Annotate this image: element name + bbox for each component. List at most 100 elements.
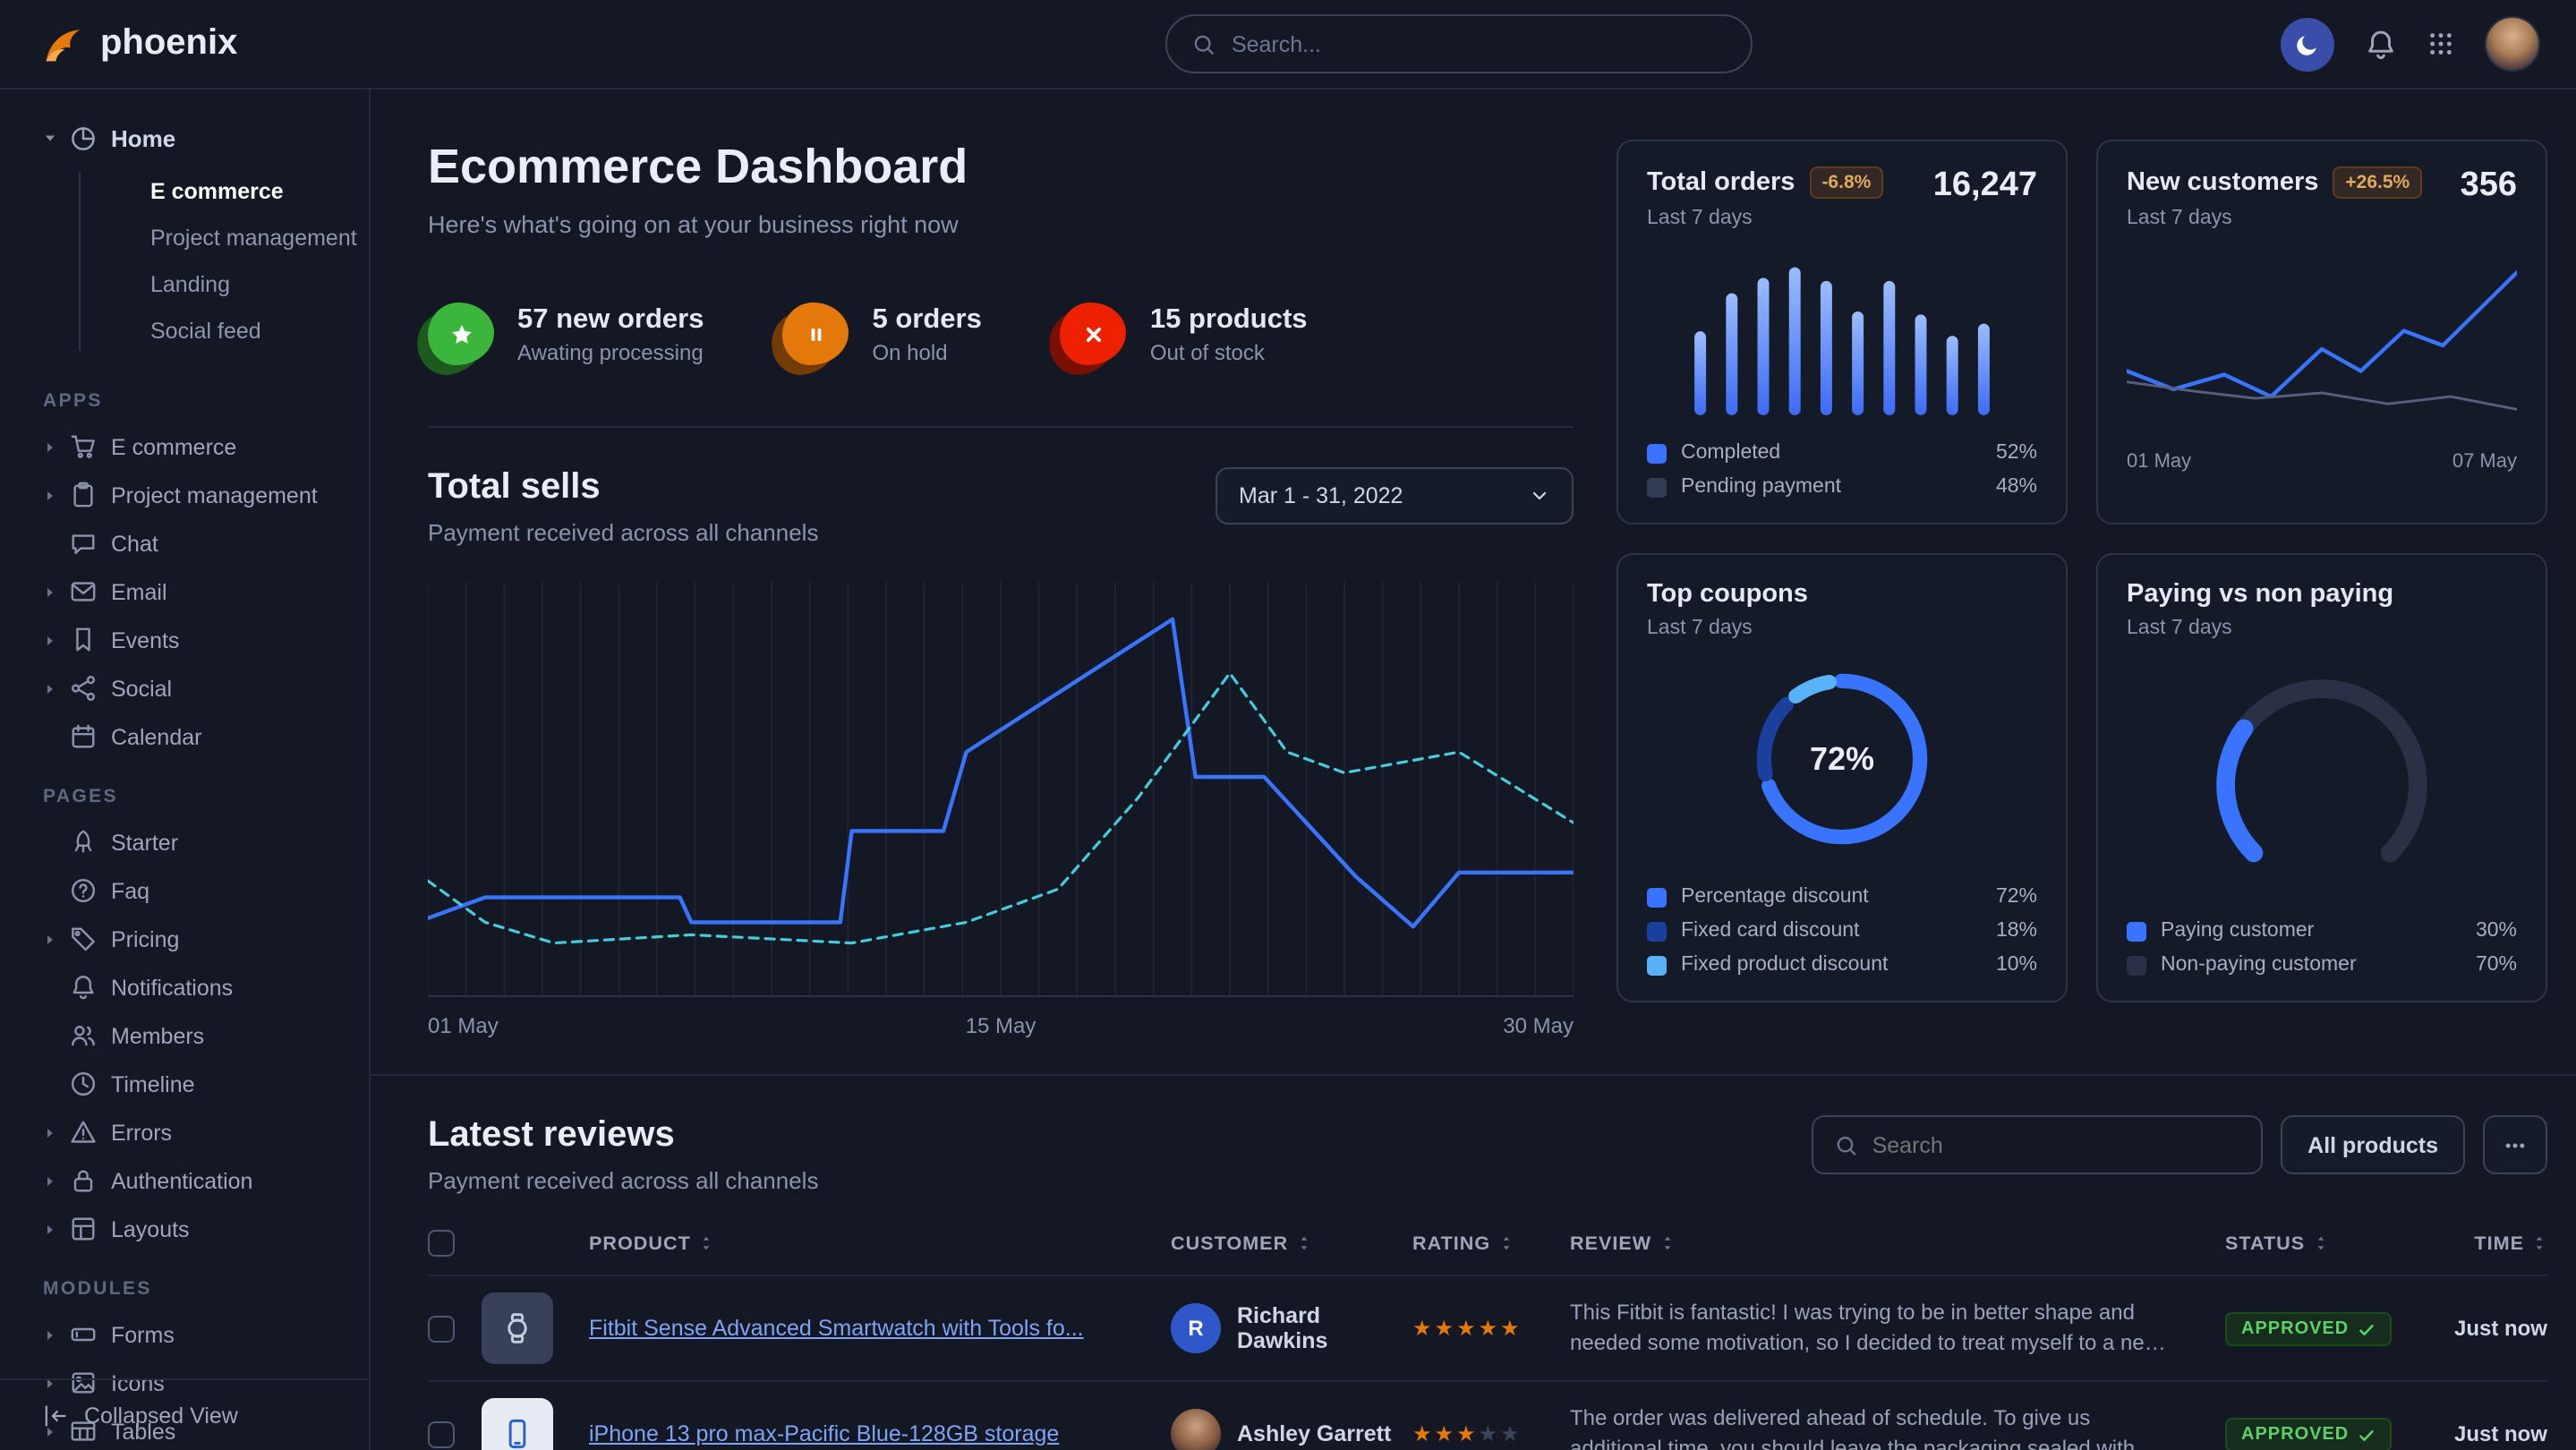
reviews-search-input[interactable] bbox=[1872, 1132, 2240, 1157]
sidebar-item-project-management-app[interactable]: Project management bbox=[0, 471, 369, 519]
sidebar-item-chat[interactable]: Chat bbox=[0, 519, 369, 567]
sidebar-item-calendar[interactable]: Calendar bbox=[0, 712, 369, 761]
users-icon bbox=[70, 1022, 97, 1049]
select-all-checkbox[interactable] bbox=[428, 1230, 455, 1257]
phone-icon bbox=[501, 1418, 533, 1450]
sidebar-item-notifications[interactable]: Notifications bbox=[0, 963, 369, 1011]
total-sells-line-chart bbox=[428, 582, 1574, 997]
warning-triangle-icon bbox=[70, 1119, 97, 1146]
user-avatar[interactable] bbox=[2485, 16, 2540, 72]
layout-icon bbox=[70, 1215, 97, 1242]
check-icon bbox=[2358, 1320, 2376, 1338]
column-header-rating[interactable]: RATING bbox=[1412, 1232, 1570, 1254]
caret-right-icon bbox=[43, 1222, 68, 1236]
total-orders-bar-chart bbox=[1685, 251, 2000, 421]
page-subtitle: Here's what's going on at your business … bbox=[428, 211, 1574, 238]
pause-icon bbox=[804, 321, 829, 346]
all-products-filter-button[interactable]: All products bbox=[2281, 1115, 2465, 1174]
gauge-track bbox=[2226, 689, 2418, 853]
top-coupons-card: Top coupons Last 7 days 72% Percentage d… bbox=[1616, 553, 2068, 1002]
sort-icon bbox=[1497, 1233, 1514, 1253]
mail-icon bbox=[70, 578, 97, 605]
gauge-svg bbox=[2189, 646, 2454, 872]
product-image[interactable] bbox=[482, 1292, 553, 1364]
home-submenu: E commerce Project management Landing So… bbox=[0, 165, 369, 365]
product-image[interactable] bbox=[482, 1398, 553, 1450]
sidebar: Home E commerce Project management Landi… bbox=[0, 90, 371, 1450]
calendar-icon bbox=[70, 723, 97, 750]
sidebar-item-project-management-dashboard[interactable]: Project management bbox=[0, 215, 369, 261]
caret-right-icon bbox=[43, 488, 68, 502]
caret-right-icon bbox=[43, 584, 68, 599]
review-text: The order was delivered ahead of schedul… bbox=[1570, 1403, 2225, 1450]
latest-reviews-section: Latest reviews Payment received across a… bbox=[371, 1074, 2576, 1450]
sidebar-item-social[interactable]: Social bbox=[0, 664, 369, 712]
global-search bbox=[1165, 14, 1753, 73]
legend-fixed-product-discount: Fixed product discount 10% bbox=[1647, 954, 2037, 976]
sidebar-item-starter[interactable]: Starter bbox=[0, 818, 369, 866]
notifications-button[interactable] bbox=[2365, 28, 2397, 60]
sidebar-item-e-commerce-dashboard[interactable]: E commerce bbox=[0, 168, 369, 215]
dashboard-header: Ecommerce Dashboard Here's what's going … bbox=[428, 140, 1574, 1038]
status-badge: APPROVED bbox=[2225, 1312, 2392, 1346]
new-customers-value: 356 bbox=[2461, 166, 2517, 206]
sidebar-item-members[interactable]: Members bbox=[0, 1011, 369, 1060]
sort-icon bbox=[2312, 1233, 2328, 1253]
sidebar-section-modules: MODULES bbox=[0, 1278, 369, 1300]
column-header-product[interactable]: PRODUCT bbox=[589, 1232, 1171, 1254]
legend-completed: Completed 52% bbox=[1647, 442, 2037, 464]
global-search-input[interactable] bbox=[1232, 31, 1726, 56]
caret-right-icon bbox=[43, 439, 68, 454]
time-cell: Just now bbox=[2422, 1316, 2547, 1341]
x-icon bbox=[1081, 321, 1106, 346]
donut-center-label: 72% bbox=[1736, 653, 1948, 865]
sidebar-item-errors[interactable]: Errors bbox=[0, 1108, 369, 1156]
share-icon bbox=[70, 675, 97, 702]
new-customers-line-chart bbox=[2127, 258, 2517, 440]
total-orders-value: 16,247 bbox=[1933, 166, 2037, 206]
sidebar-item-timeline[interactable]: Timeline bbox=[0, 1060, 369, 1108]
caret-right-icon bbox=[43, 681, 68, 695]
sidebar-item-social-feed[interactable]: Social feed bbox=[0, 308, 369, 354]
sidebar-item-authentication[interactable]: Authentication bbox=[0, 1156, 369, 1205]
product-link[interactable]: Fitbit Sense Advanced Smartwatch with To… bbox=[589, 1313, 1171, 1343]
sidebar-item-ecommerce-app[interactable]: E commerce bbox=[0, 422, 369, 471]
apps-menu-button[interactable] bbox=[2427, 30, 2454, 57]
topbar-actions bbox=[2281, 16, 2540, 72]
table-row: Fitbit Sense Advanced Smartwatch with To… bbox=[428, 1275, 2547, 1380]
total-orders-change-badge: -6.8% bbox=[1809, 166, 1883, 199]
legend-percentage-discount: Percentage discount 72% bbox=[1647, 886, 2037, 908]
sidebar-section-apps: APPS bbox=[0, 390, 369, 412]
column-header-time[interactable]: TIME bbox=[2422, 1232, 2547, 1254]
sidebar-item-pricing[interactable]: Pricing bbox=[0, 915, 369, 963]
input-field-icon bbox=[70, 1321, 97, 1348]
sidebar-item-landing[interactable]: Landing bbox=[0, 261, 369, 308]
rating-stars: ★★★★★ bbox=[1412, 1418, 1570, 1450]
sort-icon bbox=[698, 1233, 714, 1253]
status-cell: APPROVED bbox=[2225, 1416, 2422, 1450]
sidebar-item-forms[interactable]: Forms bbox=[0, 1310, 369, 1359]
top-coupons-donut-chart: 72% bbox=[1736, 653, 1948, 865]
theme-toggle-button[interactable] bbox=[2281, 17, 2334, 71]
date-range-select[interactable]: Mar 1 - 31, 2022 bbox=[1215, 467, 1574, 525]
sidebar-item-layouts[interactable]: Layouts bbox=[0, 1205, 369, 1253]
pie-chart-icon bbox=[70, 124, 97, 151]
collapse-sidebar-button[interactable]: Collapsed View bbox=[0, 1378, 369, 1450]
sidebar-item-events[interactable]: Events bbox=[0, 616, 369, 664]
sidebar-item-email[interactable]: Email bbox=[0, 567, 369, 616]
column-header-status[interactable]: STATUS bbox=[2225, 1232, 2422, 1254]
main-content: Ecommerce Dashboard Here's what's going … bbox=[371, 90, 2576, 1450]
column-header-customer[interactable]: CUSTOMER bbox=[1171, 1232, 1412, 1254]
brand-logo[interactable]: phoenix bbox=[39, 21, 237, 67]
total-sells-subtitle: Payment received across all channels bbox=[428, 519, 818, 546]
column-header-review[interactable]: REVIEW bbox=[1570, 1232, 2225, 1254]
stat-new-orders: 57 new orders Awating processing bbox=[428, 303, 704, 365]
sidebar-item-faq[interactable]: Faq bbox=[0, 866, 369, 915]
row-checkbox[interactable] bbox=[428, 1420, 455, 1447]
reviews-more-button[interactable] bbox=[2483, 1115, 2547, 1174]
sidebar-group-home[interactable]: Home bbox=[0, 111, 369, 165]
star-icon bbox=[448, 321, 473, 346]
row-checkbox[interactable] bbox=[428, 1315, 455, 1342]
product-link[interactable]: iPhone 13 pro max-Pacific Blue-128GB sto… bbox=[589, 1419, 1171, 1449]
question-circle-icon bbox=[70, 877, 97, 904]
